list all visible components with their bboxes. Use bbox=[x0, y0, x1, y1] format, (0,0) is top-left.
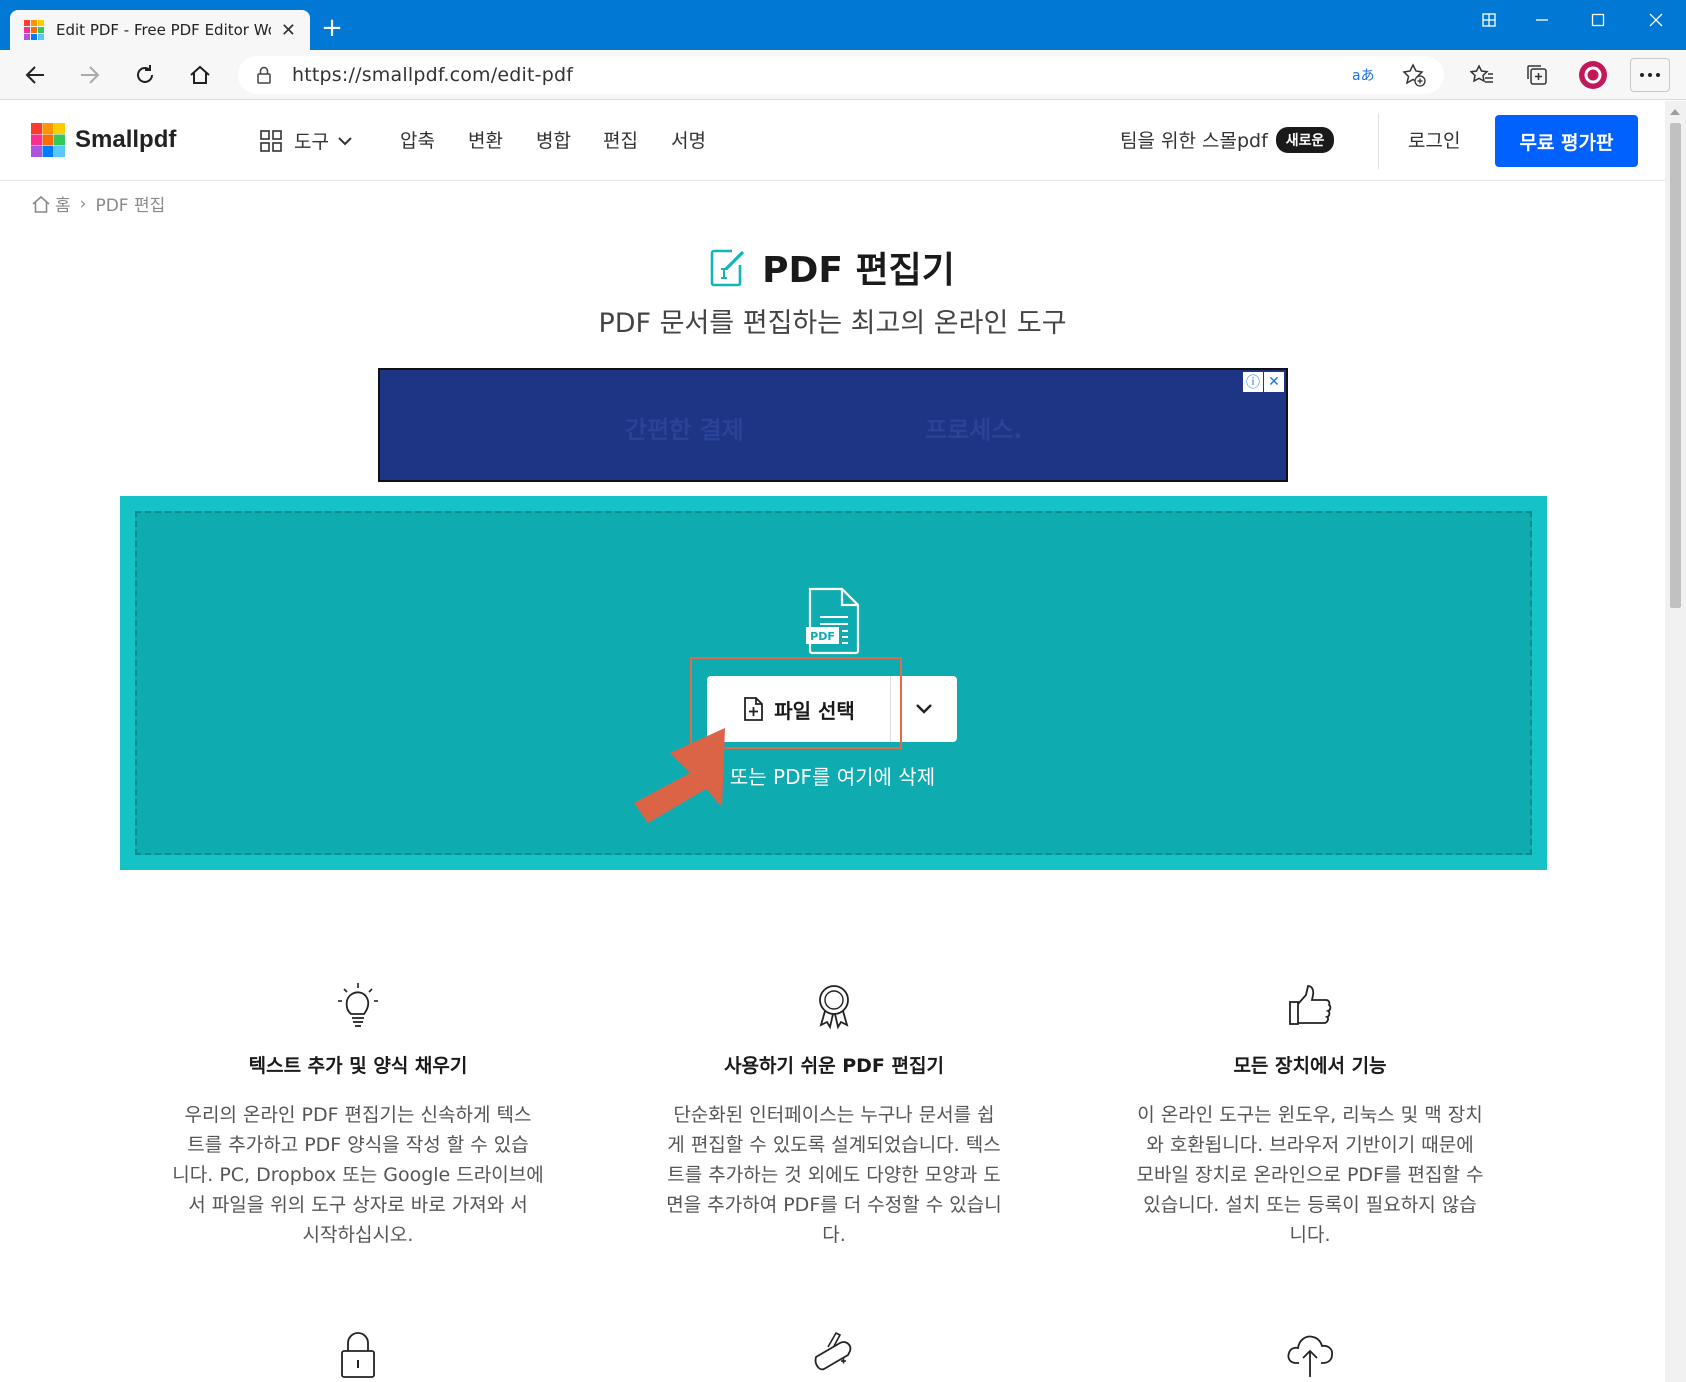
feature-line: 다. bbox=[822, 1224, 846, 1246]
new-tab-button[interactable]: + bbox=[318, 14, 346, 42]
feature-line: 니다. PC, Dropbox 또는 Google 드라이브에 bbox=[172, 1164, 544, 1186]
feature-line: 단순화된 인터페이스는 누구나 문서를 쉽 bbox=[673, 1104, 995, 1126]
feature-line: 서 파일을 위의 도구 상자로 바로 가져와 서 bbox=[188, 1194, 528, 1216]
svg-text:aあ: aあ bbox=[1352, 68, 1375, 84]
ad-text-left: 간편한 결제 bbox=[625, 416, 744, 444]
ad-info-icon[interactable]: ⓘ bbox=[1243, 372, 1263, 392]
feature-line: 트를 추가하는 것 외에도 다양한 모양과 도 bbox=[667, 1164, 1001, 1186]
page-scrollbar[interactable] bbox=[1665, 101, 1686, 1382]
login-link[interactable]: 로그인 bbox=[1408, 126, 1460, 153]
chevron-down-icon bbox=[916, 704, 932, 714]
pdf-file-badge: PDF bbox=[810, 630, 835, 643]
ad-controls: ⓘ ✕ bbox=[1242, 372, 1284, 392]
maximize-icon[interactable] bbox=[1570, 0, 1626, 40]
feature-title: 모든 장치에서 기능 bbox=[1233, 1055, 1387, 1077]
team-link[interactable]: 팀을 위한 스몰pdf 새로운 bbox=[1120, 126, 1335, 153]
drop-hint: 또는 PDF를 여기에 삭제 bbox=[729, 765, 936, 789]
lightbulb-icon bbox=[338, 983, 378, 1027]
award-icon bbox=[819, 985, 849, 1030]
site-navbar: Smallpdf 도구 압축 변환 병합 편집 서명 팀을 위한 스몰pdf 새… bbox=[0, 101, 1665, 181]
browser-toolbar: https://smallpdf.com/edit-pdf aあ bbox=[0, 50, 1686, 100]
workspaces-icon[interactable] bbox=[1464, 0, 1514, 40]
edit-pdf-icon bbox=[710, 249, 745, 287]
scroll-up-icon[interactable] bbox=[1670, 109, 1680, 115]
thumbs-up-icon bbox=[1289, 985, 1332, 1025]
breadcrumb-current: PDF 편집 bbox=[95, 196, 166, 216]
nav-link-edit[interactable]: 편집 bbox=[603, 126, 638, 153]
minimize-icon[interactable] bbox=[1514, 0, 1570, 40]
lock-icon bbox=[341, 1332, 375, 1378]
feature-line: 모바일 장치로 온라인으로 PDF를 편집할 수 bbox=[1136, 1164, 1484, 1186]
favorites-icon[interactable] bbox=[1465, 58, 1499, 92]
logo-text: Smallpdf bbox=[75, 126, 177, 153]
forward-icon[interactable] bbox=[73, 58, 107, 92]
feature-line: 있습니다. 설치 또는 등록이 필요하지 않습 bbox=[1143, 1194, 1477, 1216]
breadcrumb: 홈 › PDF 편집 bbox=[31, 191, 165, 216]
feature-line: 이 온라인 도구는 윈도우, 리눅스 및 맥 장치 bbox=[1137, 1104, 1483, 1126]
team-label: 팀을 위한 스몰pdf bbox=[1120, 130, 1268, 152]
feature-line: 와 호환됩니다. 브라우저 기반이기 때문에 bbox=[1146, 1134, 1474, 1156]
feature-description: 우리의 온라인 PDF 편집기는 신속하게 텍스 트를 추가하고 PDF 양식을… bbox=[168, 1100, 548, 1250]
grid-icon bbox=[260, 129, 282, 152]
feature-line: 트를 추가하고 PDF 양식을 작성 할 수 있습 bbox=[187, 1134, 529, 1156]
tools-menu[interactable]: 도구 bbox=[260, 127, 353, 154]
scrollbar-thumb[interactable] bbox=[1670, 123, 1681, 608]
breadcrumb-home[interactable]: 홈 bbox=[55, 191, 71, 216]
nav-link-sign[interactable]: 서명 bbox=[671, 126, 706, 153]
feature-description: 이 온라인 도구는 윈도우, 리눅스 및 맥 장치 와 호환됩니다. 브라우저 … bbox=[1120, 1100, 1500, 1250]
feature-line: 게 편집할 수 있도록 설계되었습니다. 텍스 bbox=[667, 1134, 1001, 1156]
ad-close-icon[interactable]: ✕ bbox=[1264, 372, 1284, 392]
smallpdf-favicon-icon bbox=[24, 20, 44, 40]
home-icon[interactable] bbox=[183, 58, 217, 92]
settings-more-icon[interactable] bbox=[1630, 58, 1670, 92]
page-title: PDF 편집기 bbox=[762, 250, 955, 291]
feature-all-devices: 모든 장치에서 기능 이 온라인 도구는 윈도우, 리눅스 및 맥 장치 와 호… bbox=[1110, 981, 1510, 1250]
smallpdf-logo-icon bbox=[31, 123, 65, 157]
feature-line: 면을 추가하여 PDF를 더 수정할 수 있습니 bbox=[666, 1194, 1002, 1216]
tab-close-icon[interactable]: ✕ bbox=[281, 20, 296, 41]
home-icon[interactable] bbox=[31, 194, 51, 214]
new-badge: 새로운 bbox=[1275, 126, 1335, 153]
browser-titlebar: Edit PDF - Free PDF Editor Worki ✕ + bbox=[0, 0, 1686, 50]
smallpdf-logo[interactable]: Smallpdf bbox=[31, 123, 176, 157]
feature-line: 우리의 온라인 PDF 편집기는 신속하게 텍스 bbox=[184, 1104, 532, 1126]
feature-line: 니다. bbox=[1289, 1224, 1331, 1246]
web-page: Smallpdf 도구 압축 변환 병합 편집 서명 팀을 위한 스몰pdf 새… bbox=[0, 101, 1665, 1382]
nav-link-merge[interactable]: 병합 bbox=[536, 126, 571, 153]
refresh-icon[interactable] bbox=[128, 58, 162, 92]
profile-avatar-icon[interactable] bbox=[1576, 58, 1610, 92]
browser-tab[interactable]: Edit PDF - Free PDF Editor Worki ✕ bbox=[10, 10, 310, 50]
pdf-file-icon: PDF bbox=[806, 587, 860, 655]
free-trial-button[interactable]: 무료 평가판 bbox=[1495, 115, 1638, 167]
nav-link-compress[interactable]: 압축 bbox=[400, 126, 435, 153]
feature-easy-editor: 사용하기 쉬운 PDF 편집기 단순화된 인터페이스는 누구나 문서를 쉽 게 … bbox=[634, 981, 1034, 1250]
cloud-upload-icon bbox=[1287, 1335, 1334, 1377]
tab-title: Edit PDF - Free PDF Editor Worki bbox=[56, 21, 271, 39]
ad-banner[interactable]: 간편한 결제 프로세스. ⓘ ✕ bbox=[378, 368, 1288, 482]
nav-divider bbox=[1378, 113, 1379, 169]
chevron-down-icon bbox=[338, 136, 352, 145]
favorite-add-icon[interactable] bbox=[1402, 63, 1426, 87]
back-icon[interactable] bbox=[18, 58, 52, 92]
window-close-icon[interactable] bbox=[1626, 0, 1686, 40]
swiss-knife-icon bbox=[814, 1331, 852, 1371]
translate-icon[interactable]: aあ bbox=[1352, 65, 1378, 85]
url-text[interactable]: https://smallpdf.com/edit-pdf bbox=[292, 64, 573, 86]
breadcrumb-separator: › bbox=[79, 193, 87, 214]
page-subtitle: PDF 문서를 편집하는 최고의 온라인 도구 bbox=[598, 308, 1067, 339]
feature-title: 텍스트 추가 및 양식 채우기 bbox=[248, 1055, 468, 1077]
feature-add-text: 텍스트 추가 및 양식 채우기 우리의 온라인 PDF 편집기는 신속하게 텍스… bbox=[158, 981, 558, 1250]
lock-icon[interactable] bbox=[256, 66, 272, 84]
nav-link-convert[interactable]: 변환 bbox=[468, 126, 503, 153]
hero-title-row: PDF 편집기 bbox=[0, 241, 1665, 293]
tools-label: 도구 bbox=[294, 131, 329, 153]
address-bar[interactable]: https://smallpdf.com/edit-pdf aあ bbox=[238, 56, 1444, 94]
ad-text-right: 프로세스. bbox=[925, 416, 1023, 444]
feature-line: 시작하십시오. bbox=[302, 1224, 414, 1246]
feature-title: 사용하기 쉬운 PDF 편집기 bbox=[724, 1055, 944, 1077]
feature-description: 단순화된 인터페이스는 누구나 문서를 쉽 게 편집할 수 있도록 설계되었습니… bbox=[644, 1100, 1024, 1250]
collections-icon[interactable] bbox=[1520, 58, 1554, 92]
